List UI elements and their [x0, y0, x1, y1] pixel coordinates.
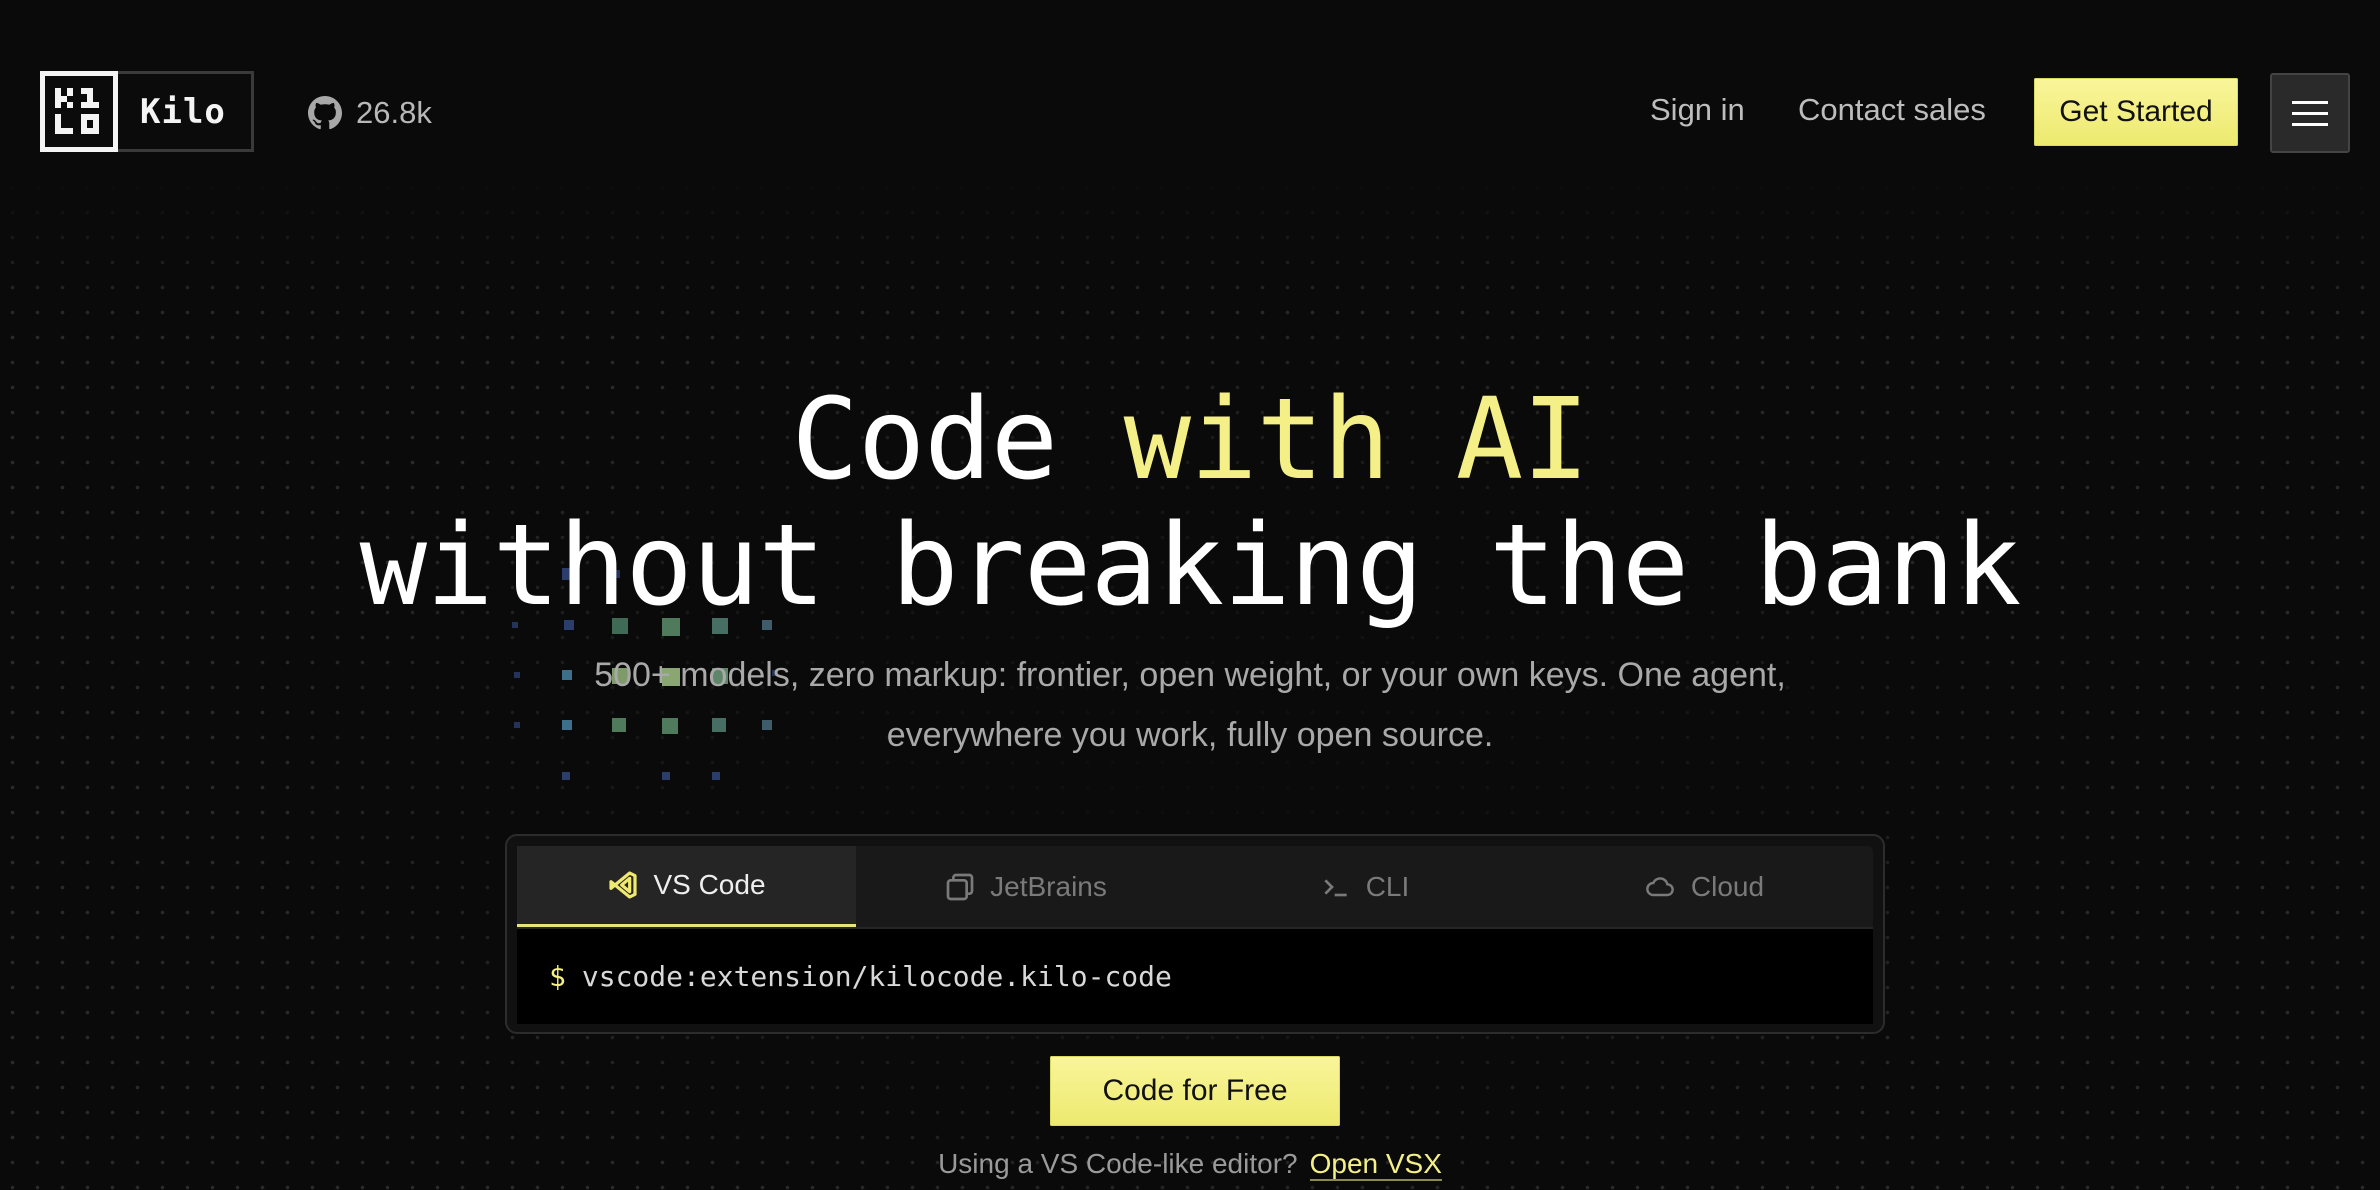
kilo-logo-icon — [40, 71, 118, 152]
hero-subtitle-line2: everywhere you work, fully open source. — [886, 716, 1494, 754]
tab-vscode[interactable]: VS Code — [517, 846, 856, 927]
tab-label: Cloud — [1690, 870, 1765, 902]
open-vsx-link[interactable]: Open VSX — [1309, 1148, 1442, 1181]
logo-text: Kilo — [140, 91, 226, 132]
contact-sales-link[interactable]: Contact sales — [1798, 92, 1986, 128]
code-for-free-button[interactable]: Code for Free — [1050, 1056, 1340, 1126]
get-started-button[interactable]: Get Started — [2034, 78, 2238, 146]
install-tabs: VS Code JetBrains CLI Cloud — [517, 846, 1873, 929]
github-icon — [308, 96, 342, 130]
headline-text: Code — [791, 375, 1124, 505]
github-stars-link[interactable]: 26.8k — [308, 94, 432, 132]
terminal-icon — [1324, 878, 1347, 896]
prompt-symbol: $ — [549, 960, 566, 993]
headline-highlight: with AI — [1123, 375, 1590, 505]
tab-label: VS Code — [653, 869, 766, 900]
tab-cli[interactable]: CLI — [1195, 846, 1534, 927]
logo[interactable]: Kilo — [40, 71, 254, 152]
hamburger-icon-bar — [2292, 111, 2328, 115]
footnote-text: Using a VS Code-like editor? — [938, 1148, 1298, 1179]
tab-jetbrains[interactable]: JetBrains — [856, 846, 1195, 927]
tab-label: JetBrains — [990, 870, 1107, 902]
jetbrains-icon — [946, 873, 974, 900]
tab-cloud[interactable]: Cloud — [1534, 846, 1873, 927]
menu-button[interactable] — [2270, 73, 2350, 153]
page: Kilo 26.8k Sign in Contact sales Get Sta… — [0, 0, 2380, 1190]
cloud-icon — [1646, 876, 1674, 896]
vscode-icon — [609, 871, 638, 899]
install-command[interactable]: $ vscode:extension/kilocode.kilo-code — [517, 929, 1873, 1024]
sign-in-link[interactable]: Sign in — [1650, 92, 1745, 128]
hero-headline-line2: without breaking the bank — [359, 501, 2022, 631]
hamburger-icon-bar — [2292, 100, 2328, 104]
hero-subtitle-line1: 500+ models, zero markup: frontier, open… — [594, 656, 1786, 694]
hamburger-icon-bar — [2292, 122, 2328, 126]
open-vsx-note: Using a VS Code-like editor? Open VSX — [0, 1148, 2380, 1181]
install-card: VS Code JetBrains CLI Cloud $ vscode:ext… — [505, 834, 1885, 1034]
hero-headline-line1: Code with AI — [0, 378, 2380, 503]
github-stars-count: 26.8k — [356, 95, 432, 130]
command-text: vscode:extension/kilocode.kilo-code — [581, 960, 1172, 993]
site-header: Kilo 26.8k Sign in Contact sales Get Sta… — [0, 0, 2380, 224]
tab-label: CLI — [1365, 870, 1410, 902]
